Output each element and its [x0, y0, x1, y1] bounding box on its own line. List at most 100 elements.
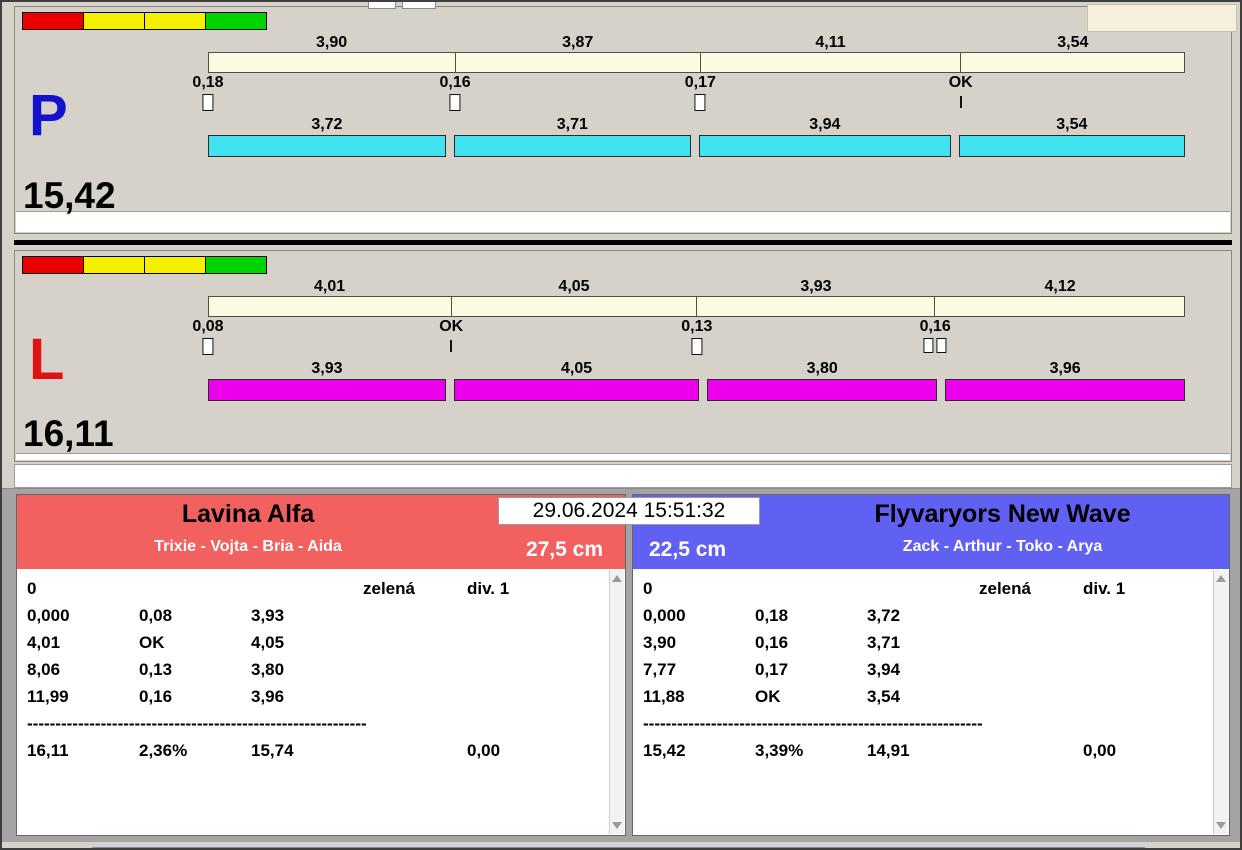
- changeover-time: OK: [949, 74, 973, 92]
- log-cell: 0: [27, 575, 139, 602]
- jump-height: 22,5 cm: [649, 538, 726, 562]
- log-cell: 3,80: [251, 656, 363, 683]
- dog-split-time: 3,80: [807, 360, 838, 378]
- dog-split-segment: [707, 379, 937, 401]
- lane-bars: 3,90 3,87 4,11 3,54 0,18 0,16 0,17 OK 3,…: [208, 31, 1185, 157]
- lane-letter: L: [29, 331, 64, 389]
- log-cell: 3,96: [251, 683, 363, 710]
- log-cell: 15,74: [251, 737, 363, 764]
- lane-panel-p: P 3,90 3,87 4,11 3,54 0,18 0,16 0,17 OK: [14, 6, 1232, 234]
- changeover-time: 0,08: [192, 318, 223, 336]
- team-panel-right: Flyvaryors New Wave Zack - Arthur - Toko…: [632, 494, 1230, 836]
- start-split-time: 4,01: [314, 278, 345, 296]
- lane-total-time: 16,11: [23, 415, 114, 454]
- changeover-time: 0,16: [920, 318, 951, 336]
- dog-split-time: 3,96: [1050, 360, 1081, 378]
- dog-split-segment: [208, 135, 446, 157]
- team-result-body: 0 zelená div. 1 0,000 0,18 3,72 3,90 0,1…: [633, 569, 1229, 835]
- log-cell: 0: [643, 575, 755, 602]
- traffic-light-green: [205, 12, 267, 30]
- log-cell: zelená: [979, 575, 1083, 602]
- log-cell: 0,08: [139, 602, 251, 629]
- start-split-segment: [696, 296, 935, 317]
- result-log: 0 zelená div. 1 0,000 0,18 3,72 3,90 0,1…: [643, 575, 1207, 764]
- jump-height: 27,5 cm: [526, 538, 603, 562]
- log-cell: 0,00: [1083, 737, 1207, 764]
- log-cell: 14,91: [867, 737, 979, 764]
- log-cell: 16,11: [27, 737, 139, 764]
- log-cell: 0,000: [643, 602, 755, 629]
- dog-split-segment: [454, 135, 691, 157]
- dog-split-segment: [208, 379, 446, 401]
- timing-app-window: P 3,90 3,87 4,11 3,54 0,18 0,16 0,17 OK: [0, 0, 1242, 850]
- changeover-time: 0,17: [685, 74, 716, 92]
- window-tab[interactable]: [368, 2, 396, 9]
- changeover-marker: [924, 338, 947, 355]
- scroll-down-icon[interactable]: [612, 822, 622, 829]
- log-cell: div. 1: [1083, 575, 1207, 602]
- start-split-segment: [960, 52, 1185, 73]
- team-dogs: Trixie - Vojta - Bria - Aida: [17, 538, 479, 556]
- dog-split-segment: [699, 135, 951, 157]
- dog-split-bar: [208, 135, 1185, 157]
- log-cell: 11,88: [643, 683, 755, 710]
- log-cell: 15,42: [643, 737, 755, 764]
- start-split-segment: [451, 296, 697, 317]
- log-cell: 7,77: [643, 656, 755, 683]
- dog-split-time: 3,72: [311, 116, 342, 134]
- log-cell: 8,06: [27, 656, 139, 683]
- lane-divider: [14, 240, 1232, 245]
- lane-bottom-strip: [16, 211, 1230, 232]
- log-cell: 3,90: [643, 629, 755, 656]
- bottom-edge-line: [92, 847, 1145, 849]
- lane-panel-l: L 4,01 4,05 3,93 4,12 0,08 OK 0,13 0,16: [14, 250, 1232, 462]
- scrollbar[interactable]: [609, 570, 624, 834]
- start-split-time: 3,90: [316, 34, 347, 52]
- log-cell: 3,71: [867, 629, 979, 656]
- start-traffic-lights: [22, 256, 267, 274]
- top-right-panel: [1087, 4, 1237, 32]
- changeover-marker: [960, 94, 962, 111]
- start-split-time: 4,12: [1045, 278, 1076, 296]
- traffic-light-yellow-1: [83, 12, 145, 30]
- window-tab[interactable]: [402, 2, 436, 9]
- lane-total-time: 15,42: [23, 177, 116, 216]
- log-cell: 0,13: [139, 656, 251, 683]
- start-split-time: 4,11: [815, 34, 845, 52]
- start-split-bar: [208, 52, 1185, 73]
- log-cell: 3,39%: [755, 737, 867, 764]
- log-cell: 4,01: [27, 629, 139, 656]
- dog-split-segment: [945, 379, 1185, 401]
- dog-split-time: 4,05: [561, 360, 592, 378]
- changeover-time: 0,13: [681, 318, 712, 336]
- changeover-time: OK: [439, 318, 463, 336]
- dog-split-time: 3,54: [1056, 116, 1087, 134]
- log-cell: zelená: [363, 575, 467, 602]
- log-cell: OK: [755, 683, 867, 710]
- log-cell: 4,05: [251, 629, 363, 656]
- team-panel-left: Lavina Alfa Trixie - Vojta - Bria - Aida…: [16, 494, 626, 836]
- log-cell: 2,36%: [139, 737, 251, 764]
- changeover-marker: [450, 94, 461, 111]
- dog-split-time: 3,71: [557, 116, 588, 134]
- dog-split-segment: [454, 379, 699, 401]
- changeover-marker: [202, 338, 213, 355]
- scroll-up-icon[interactable]: [612, 575, 622, 582]
- changeover-row: 0,08 OK 0,13 0,16: [208, 317, 1185, 357]
- changeover-marker: [691, 338, 702, 355]
- traffic-light-yellow-2: [144, 256, 206, 274]
- start-split-segment: [455, 52, 701, 73]
- log-cell: div. 1: [467, 575, 603, 602]
- log-cell: OK: [139, 629, 251, 656]
- scroll-down-icon[interactable]: [1216, 822, 1226, 829]
- log-cell: 0,16: [139, 683, 251, 710]
- traffic-light-red: [22, 12, 84, 30]
- scrollbar[interactable]: [1213, 570, 1228, 834]
- log-cell: 3,93: [251, 602, 363, 629]
- start-split-time: 3,87: [562, 34, 593, 52]
- scroll-up-icon[interactable]: [1216, 575, 1226, 582]
- start-split-segment: [208, 52, 456, 73]
- lane-bars: 4,01 4,05 3,93 4,12 0,08 OK 0,13 0,16 3,…: [208, 275, 1185, 401]
- dog-split-segment: [959, 135, 1185, 157]
- traffic-light-green: [205, 256, 267, 274]
